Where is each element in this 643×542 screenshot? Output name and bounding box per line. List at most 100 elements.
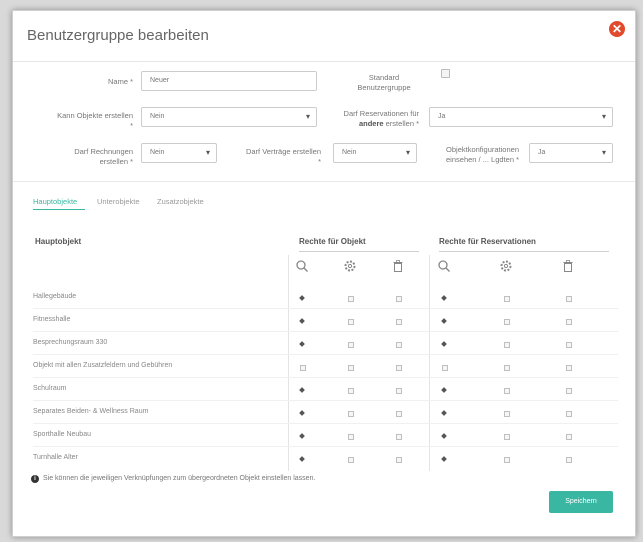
permission-checked[interactable] — [441, 456, 447, 462]
permission-unchecked[interactable] — [348, 319, 354, 325]
standard-checkbox[interactable] — [441, 69, 450, 78]
permission-checked[interactable] — [299, 410, 305, 416]
reservation-rights-underline — [439, 251, 609, 252]
permission-unchecked[interactable] — [566, 411, 572, 417]
permission-unchecked[interactable] — [504, 365, 510, 371]
column-divider — [288, 255, 289, 471]
permission-unchecked[interactable] — [566, 319, 572, 325]
tab-active-underline — [33, 209, 85, 210]
permission-unchecked[interactable] — [396, 411, 402, 417]
invoices-select[interactable]: Nein — [141, 143, 217, 163]
save-button[interactable]: Speichern — [549, 491, 613, 513]
permission-unchecked[interactable] — [396, 319, 402, 325]
table-row-label: Objekt mit allen Zusatzfeldern und Gebüh… — [33, 362, 173, 369]
permission-checked[interactable] — [441, 387, 447, 393]
edit-usergroup-dialog: Benutzergruppe bearbeiten ✕ Name * Neuer… — [12, 10, 636, 537]
reservations-select[interactable]: Ja — [429, 107, 613, 127]
permission-unchecked[interactable] — [348, 388, 354, 394]
gear-icon — [500, 260, 512, 272]
objects-label: Kann Objekte erstellen * — [57, 111, 133, 130]
table-row-label: Schulraum — [33, 385, 67, 392]
invoices-label: Darf Rechnungen erstellen * — [74, 147, 133, 166]
permission-unchecked[interactable] — [348, 411, 354, 417]
close-icon[interactable]: ✕ — [609, 21, 625, 37]
table-row-label: Sporthalle Neubau — [33, 431, 91, 438]
permission-checked[interactable] — [299, 387, 305, 393]
permission-unchecked[interactable] — [566, 388, 572, 394]
tab-zusatzobjekte[interactable]: Zusatzobjekte — [157, 197, 204, 206]
permission-unchecked[interactable] — [396, 434, 402, 440]
name-label: Name * — [107, 77, 133, 86]
table-row-separator — [33, 423, 618, 424]
permission-unchecked[interactable] — [566, 434, 572, 440]
table-row-label: Hallegebäude — [33, 293, 77, 300]
permission-checked[interactable] — [441, 410, 447, 416]
table-row-separator — [33, 354, 618, 355]
table-row-separator — [33, 308, 618, 309]
permission-unchecked[interactable] — [504, 457, 510, 463]
permission-checked[interactable] — [299, 456, 305, 462]
info-icon: i — [31, 475, 39, 483]
table-row-label: Turnhalle Alter — [33, 454, 78, 461]
permission-checked[interactable] — [441, 341, 447, 347]
standard-label: Standard Benutzergruppe — [357, 73, 411, 92]
permission-unchecked[interactable] — [504, 388, 510, 394]
table-row-separator — [33, 377, 618, 378]
dialog-title: Benutzergruppe bearbeiten — [27, 27, 209, 44]
permission-checked[interactable] — [299, 295, 305, 301]
col-header-main: Hauptobjekt — [35, 237, 82, 246]
permission-unchecked[interactable] — [348, 296, 354, 302]
permission-unchecked[interactable] — [300, 365, 306, 371]
permission-unchecked[interactable] — [348, 457, 354, 463]
tab-hauptobjekte[interactable]: Hauptobjekte — [33, 197, 77, 206]
permission-unchecked[interactable] — [566, 342, 572, 348]
object-rights-underline — [299, 251, 419, 252]
table-row-label: Besprechungsraum 330 — [33, 339, 108, 346]
col-header-object-rights: Rechte für Objekt — [299, 237, 366, 246]
permission-checked[interactable] — [299, 433, 305, 439]
dialog-header: Benutzergruppe bearbeiten ✕ — [13, 11, 635, 62]
permission-unchecked[interactable] — [396, 365, 402, 371]
table-row-label: Separates Beiden- & Wellness Raum — [33, 408, 149, 415]
permission-checked[interactable] — [299, 318, 305, 324]
objconfig-select[interactable]: Ja — [529, 143, 613, 163]
permission-unchecked[interactable] — [504, 434, 510, 440]
permission-unchecked[interactable] — [396, 388, 402, 394]
permission-checked[interactable] — [441, 433, 447, 439]
permission-unchecked[interactable] — [566, 296, 572, 302]
permission-unchecked[interactable] — [442, 365, 448, 371]
permission-unchecked[interactable] — [566, 365, 572, 371]
permission-unchecked[interactable] — [566, 457, 572, 463]
permission-unchecked[interactable] — [504, 296, 510, 302]
permission-unchecked[interactable] — [504, 319, 510, 325]
trash-icon — [563, 260, 573, 272]
column-divider — [429, 255, 430, 471]
permission-checked[interactable] — [441, 318, 447, 324]
permission-unchecked[interactable] — [348, 434, 354, 440]
permission-unchecked[interactable] — [396, 296, 402, 302]
form-separator — [13, 181, 635, 182]
permission-checked[interactable] — [441, 295, 447, 301]
gear-icon — [344, 260, 356, 272]
permission-unchecked[interactable] — [396, 457, 402, 463]
col-header-reservation-rights: Rechte für Reservationen — [439, 237, 536, 246]
contracts-select[interactable]: Nein — [333, 143, 417, 163]
table-row-separator — [33, 331, 618, 332]
name-input[interactable]: Neuer — [141, 71, 317, 91]
contracts-label: Darf Verträge erstellen * — [245, 147, 321, 166]
permission-unchecked[interactable] — [396, 342, 402, 348]
table-row-separator — [33, 446, 618, 447]
reservations-label: Darf Reservationen für andere erstellen … — [343, 109, 419, 128]
objconfig-label: Objektkonfigurationen einsehen / ... Lgd… — [446, 145, 519, 164]
search-icon — [438, 260, 450, 272]
permission-unchecked[interactable] — [348, 365, 354, 371]
tab-unterobjekte[interactable]: Unterobjekte — [97, 197, 140, 206]
table-row-separator — [33, 400, 618, 401]
permission-unchecked[interactable] — [348, 342, 354, 348]
permission-checked[interactable] — [299, 341, 305, 347]
objects-select[interactable]: Nein — [141, 107, 317, 127]
permission-unchecked[interactable] — [504, 411, 510, 417]
search-icon — [296, 260, 308, 272]
trash-icon — [393, 260, 403, 272]
permission-unchecked[interactable] — [504, 342, 510, 348]
